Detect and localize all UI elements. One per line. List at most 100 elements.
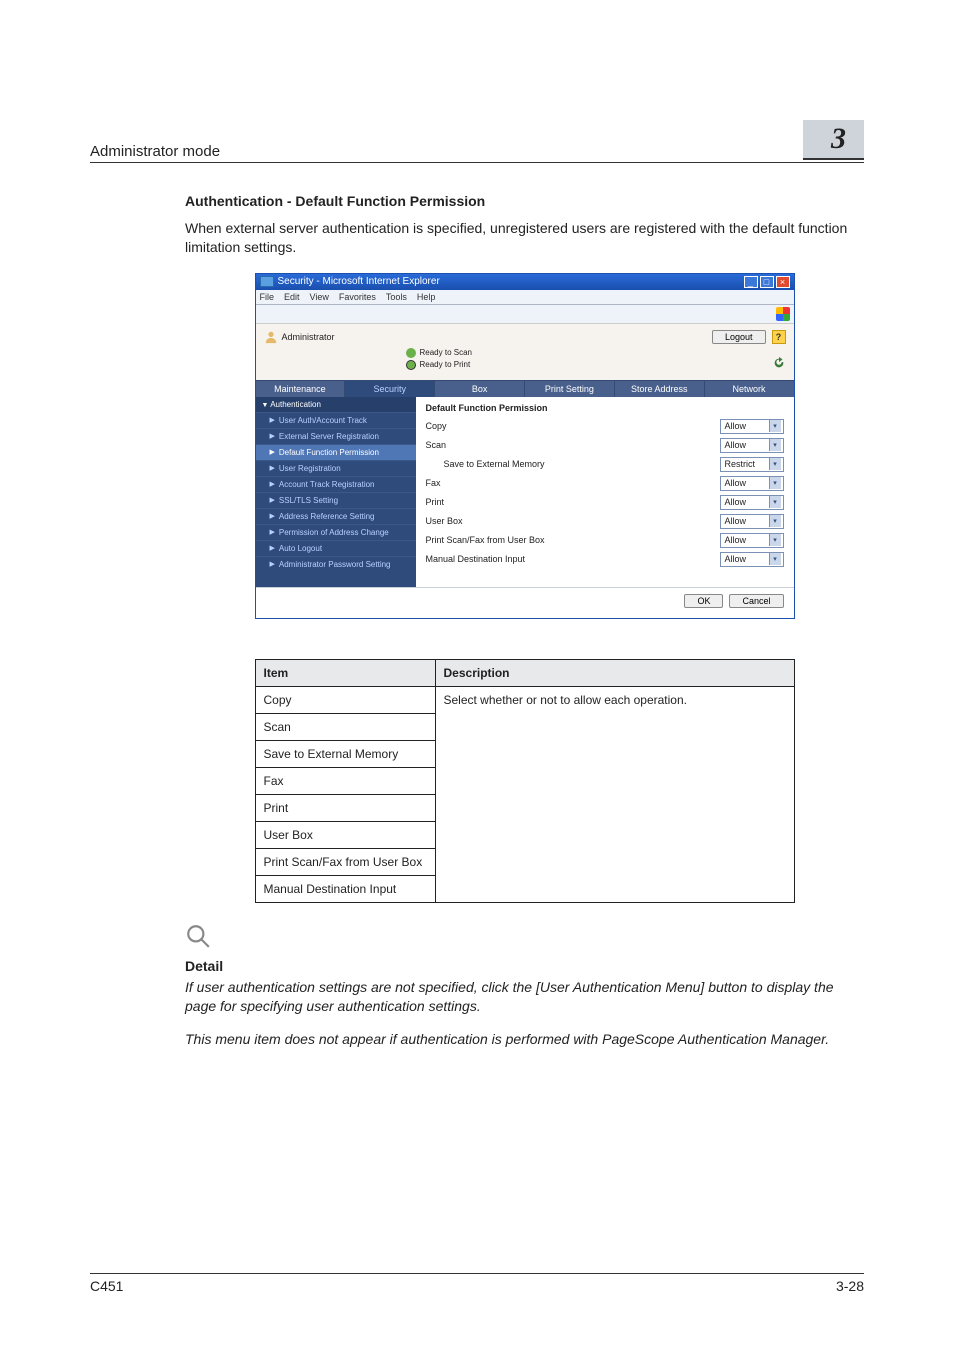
scan-status: Ready to Scan (420, 348, 472, 357)
select-value: Allow (725, 497, 747, 507)
tab-print-setting[interactable]: Print Setting (525, 381, 615, 397)
section-intro: When external server authentication is s… (185, 219, 864, 257)
table-item-cell: Print Scan/Fax from User Box (255, 848, 435, 875)
permission-select[interactable]: Allow ▾ (720, 419, 784, 434)
cancel-button[interactable]: Cancel (729, 594, 783, 608)
menu-edit[interactable]: Edit (284, 292, 300, 302)
logout-button[interactable]: Logout (712, 330, 766, 344)
select-value: Allow (725, 516, 747, 526)
print-status: Ready to Print (420, 360, 471, 369)
sidebar-item-user-auth[interactable]: ▶User Auth/Account Track (256, 412, 416, 428)
tab-maintenance[interactable]: Maintenance (256, 381, 346, 397)
browser-window: Security - Microsoft Internet Explorer _… (255, 273, 795, 619)
sidebar-item-permission-address[interactable]: ▶Permission of Address Change (256, 524, 416, 540)
tab-security[interactable]: Security (345, 381, 435, 397)
sidebar: ▼ Authentication ▶User Auth/Account Trac… (256, 397, 416, 587)
table-head-desc: Description (435, 659, 794, 686)
form-row: Save to External Memory Restrict ▾ (426, 455, 784, 474)
permission-select[interactable]: Allow▾ (720, 533, 784, 548)
menu-file[interactable]: File (260, 292, 275, 302)
administrator-icon (264, 330, 278, 344)
window-title: Security - Microsoft Internet Explorer (278, 276, 440, 287)
table-item-cell: Print (255, 794, 435, 821)
tab-network[interactable]: Network (705, 381, 794, 397)
permission-select[interactable]: Allow ▾ (720, 552, 784, 567)
administrator-label: Administrator (282, 332, 335, 342)
permission-select[interactable]: Allow ▾ (720, 438, 784, 453)
ok-button[interactable]: OK (684, 594, 723, 608)
form-row: Scan Allow ▾ (426, 436, 784, 455)
select-value: Allow (725, 478, 747, 488)
chevron-down-icon: ▾ (769, 553, 781, 565)
form-label: Save to External Memory (426, 459, 720, 469)
permission-select[interactable]: Restrict ▾ (720, 457, 784, 472)
form-label: Fax (426, 478, 720, 488)
chevron-down-icon: ▾ (769, 420, 781, 432)
refresh-icon[interactable] (772, 356, 786, 370)
sidebar-item-ssl-tls[interactable]: ▶SSL/TLS Setting (256, 492, 416, 508)
main-panel: Default Function Permission CopyAllow▾Sc… (416, 397, 794, 587)
window-titlebar: Security - Microsoft Internet Explorer _… (256, 274, 794, 290)
ie-icon (260, 276, 274, 287)
scan-status-icon (406, 348, 416, 358)
form-row: Print Allow ▾ (426, 493, 784, 512)
form-row: Fax Allow ▾ (426, 474, 784, 493)
table-item-cell: Copy (255, 686, 435, 713)
chevron-down-icon: ▾ (769, 477, 781, 489)
menu-favorites[interactable]: Favorites (339, 292, 376, 302)
permission-select[interactable]: Allow ▾ (720, 476, 784, 491)
sidebar-item-account-track[interactable]: ▶Account Track Registration (256, 476, 416, 492)
tab-store-address[interactable]: Store Address (615, 381, 705, 397)
sidebar-item-address-reference[interactable]: ▶Address Reference Setting (256, 508, 416, 524)
sidebar-item-admin-password[interactable]: ▶Administrator Password Setting (256, 556, 416, 572)
sidebar-header[interactable]: ▼ Authentication (256, 397, 416, 412)
menu-view[interactable]: View (310, 292, 329, 302)
select-value: Allow (725, 554, 747, 564)
chevron-down-icon: ▾ (769, 496, 781, 508)
table-head-item: Item (255, 659, 435, 686)
chevron-down-icon: ▾ (769, 439, 781, 451)
app-top-bar: Administrator Logout ? (256, 324, 794, 344)
print-status-icon (406, 360, 416, 370)
menu-tools[interactable]: Tools (386, 292, 407, 302)
page-header-title: Administrator mode (90, 143, 220, 160)
select-value: Allow (725, 440, 747, 450)
table-item-cell: User Box (255, 821, 435, 848)
menu-bar: File Edit View Favorites Tools Help (256, 290, 794, 305)
chevron-down-icon: ▾ (769, 458, 781, 470)
form-row: User Box Allow ▾ (426, 512, 784, 531)
menu-help[interactable]: Help (417, 292, 436, 302)
sidebar-item-user-registration[interactable]: ▶User Registration (256, 460, 416, 476)
permission-select[interactable]: Allow ▾ (720, 495, 784, 510)
table-row: CopySelect whether or not to allow each … (255, 686, 794, 713)
select-value: Restrict (725, 459, 756, 469)
tab-bar: Maintenance Security Box Print Setting S… (256, 380, 794, 397)
close-button[interactable]: × (776, 276, 790, 288)
form-row: CopyAllow▾ (426, 417, 784, 436)
chapter-number: 3 (803, 120, 864, 160)
note-paragraph-1: If user authentication settings are not … (185, 978, 864, 1016)
chevron-down-icon: ▾ (769, 515, 781, 527)
note-paragraph-2: This menu item does not appear if authen… (185, 1030, 864, 1049)
form-label: Print (426, 497, 720, 507)
form-label: Scan (426, 440, 720, 450)
sidebar-item-default-function[interactable]: ▶Default Function Permission (256, 444, 416, 460)
note-heading: Detail (185, 958, 864, 974)
table-item-cell: Manual Destination Input (255, 875, 435, 902)
maximize-button[interactable]: □ (760, 276, 774, 288)
panel-title: Default Function Permission (426, 403, 784, 413)
form-label: User Box (426, 516, 720, 526)
select-value: Allow (725, 535, 747, 545)
minimize-button[interactable]: _ (744, 276, 758, 288)
sidebar-item-auto-logout[interactable]: ▶Auto Logout (256, 540, 416, 556)
footer-left: C451 (90, 1278, 123, 1294)
help-icon[interactable]: ? (772, 330, 786, 344)
form-label: Print Scan/Fax from User Box (426, 535, 720, 545)
sidebar-item-external-server[interactable]: ▶External Server Registration (256, 428, 416, 444)
table-item-cell: Fax (255, 767, 435, 794)
select-value: Allow (725, 421, 747, 431)
permission-select[interactable]: Allow ▾ (720, 514, 784, 529)
tab-box[interactable]: Box (435, 381, 525, 397)
table-item-cell: Save to External Memory (255, 740, 435, 767)
footer-right: 3-28 (836, 1278, 864, 1294)
